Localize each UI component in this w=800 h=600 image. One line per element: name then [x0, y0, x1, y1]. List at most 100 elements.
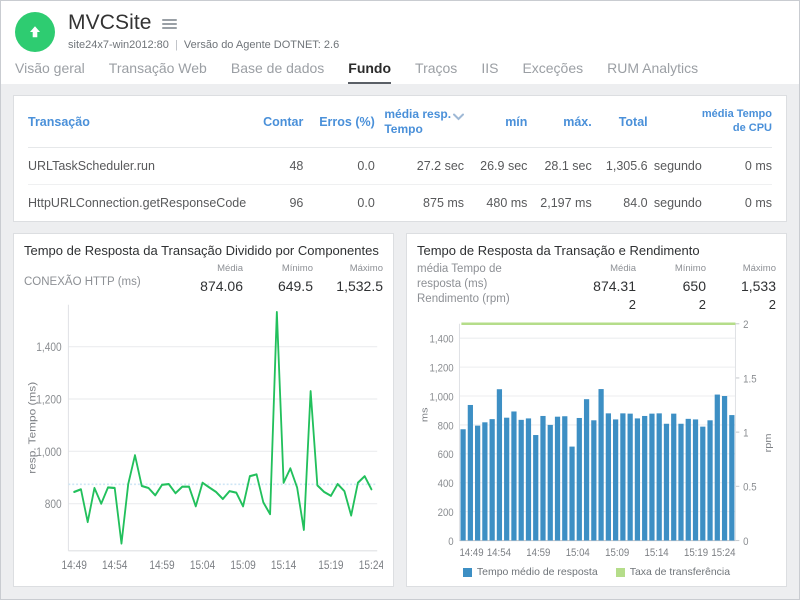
right-series-labels: média Tempo de resposta (ms) Rendimento …: [417, 262, 566, 313]
svg-text:800: 800: [438, 421, 454, 433]
title-row: MVCSite: [68, 11, 339, 35]
tab-visao-geral[interactable]: Visão geral: [15, 60, 85, 84]
right-stat-max-thr: 2: [768, 296, 776, 312]
left-stat-min: Mínimo 649.5: [243, 262, 313, 296]
cell-min: 26.9 sec: [464, 147, 528, 185]
svg-text:1,000: 1,000: [36, 446, 61, 459]
cell-avg-response: 875 ms: [423, 196, 465, 210]
right-series-label-1: média Tempo de: [417, 263, 502, 276]
tab-iis[interactable]: IIS: [481, 60, 498, 84]
svg-text:14:54: 14:54: [487, 548, 511, 560]
svg-text:14:54: 14:54: [102, 559, 127, 572]
svg-text:1,000: 1,000: [430, 392, 454, 404]
svg-text:1,400: 1,400: [36, 341, 61, 354]
left-chart-plot: 800 1,000 1,200 1,400 resp. Tempo (ms) 14:49 1…: [24, 298, 383, 580]
cell-cpu-time: 0 ms: [744, 196, 772, 210]
right-series-label-2: resposta (ms): [417, 278, 488, 291]
svg-text:15:24: 15:24: [359, 559, 383, 572]
tab-base-de-dados[interactable]: Base de dados: [231, 60, 324, 84]
right-stat-min-resp: 650: [682, 277, 706, 294]
column-header-cpu-time[interactable]: média Tempo de CPU: [701, 96, 772, 148]
host-label: site24x7-win2012:80: [68, 39, 169, 51]
svg-text:15:19: 15:19: [684, 548, 708, 560]
cell-cpu-time: 0 ms: [701, 147, 772, 185]
svg-text:14:59: 14:59: [149, 559, 174, 572]
upload-arrow-circle-icon: [15, 12, 55, 52]
charts-row: Tempo de Resposta da Transação Dividido …: [13, 233, 787, 587]
cpu-line1: média Tempo: [701, 108, 772, 121]
right-stat-max-resp: 1,533: [740, 277, 776, 294]
left-stat-max-value: 1,532.5: [336, 277, 383, 294]
right-stat-min: Mínimo 650 2: [636, 262, 706, 313]
cell-avg-response: 27.2 sec: [374, 147, 465, 185]
main-nav-tabs: Visão geral Transação Web Base de dados …: [1, 52, 799, 84]
cell-max: 28.1 sec: [527, 147, 592, 185]
tab-rum-analytics[interactable]: RUM Analytics: [607, 60, 698, 84]
left-stat-max-header: Máximo: [349, 263, 383, 275]
left-stat-max: Máximo 1,532.5: [313, 262, 383, 296]
svg-text:600: 600: [438, 450, 454, 462]
line-chart-svg: 800 1,000 1,200 1,400 resp. Tempo (ms) 14:49 1…: [27, 304, 383, 572]
svg-text:800: 800: [45, 498, 62, 511]
cell-transaction-name[interactable]: HttpURLConnection.getResponseCode: [28, 185, 246, 222]
right-stat-min-header: Mínimo: [674, 263, 706, 275]
column-header-transaction[interactable]: Transação: [28, 96, 247, 148]
legend-label-throughput: Taxa de transferência: [629, 566, 731, 578]
column-header-avg-response-time[interactable]: média resp. Tempo: [374, 96, 465, 148]
tab-excecoes[interactable]: Exceções: [522, 60, 583, 84]
svg-text:15:14: 15:14: [645, 548, 669, 560]
left-stat-avg-header: Média: [217, 263, 243, 275]
page-title: MVCSite: [68, 11, 152, 34]
svg-text:15:14: 15:14: [271, 559, 296, 572]
title-block: MVCSite site24x7-win2012:80 | Versão do …: [68, 10, 339, 51]
table-row[interactable]: HttpURLConnection.getResponseCode 96 0.0…: [28, 185, 772, 222]
column-header-count[interactable]: Contar: [246, 96, 304, 148]
svg-text:14:49: 14:49: [62, 559, 87, 572]
column-header-total[interactable]: Total: [591, 96, 648, 148]
tab-tracos[interactable]: Traços: [415, 60, 457, 84]
cell-errors: 0.0: [357, 196, 375, 210]
svg-text:15:04: 15:04: [566, 548, 590, 560]
column-header-total-unit: [647, 96, 702, 148]
header-top-row: MVCSite site24x7-win2012:80 | Versão do …: [1, 10, 799, 52]
cell-errors: 0.0: [303, 147, 375, 185]
left-chart-title: Tempo de Resposta da Transação Dividido …: [24, 243, 379, 258]
right-stat-min-thr: 2: [698, 296, 706, 312]
svg-text:0.5: 0.5: [743, 483, 757, 495]
table-row[interactable]: URLTaskScheduler.run 48 0.0 27.2 sec 26.…: [28, 147, 772, 185]
svg-text:200: 200: [438, 508, 454, 520]
avg-resp-line2: Tempo: [384, 122, 423, 136]
cell-total: 1,305.6: [591, 147, 648, 185]
tab-transacao-web[interactable]: Transação Web: [109, 60, 207, 84]
svg-text:1,200: 1,200: [430, 363, 454, 375]
right-stat-max-header: Máximo: [742, 263, 776, 275]
column-header-errors[interactable]: Erros (%): [303, 96, 375, 148]
legend-item-throughput[interactable]: Taxa de transferência: [615, 566, 731, 578]
column-header-max[interactable]: máx.: [527, 96, 592, 148]
legend-swatch-throughput: [615, 567, 625, 577]
svg-text:1,200: 1,200: [36, 394, 61, 407]
right-chart-legend: Tempo médio de resposta Taxa de transfer…: [417, 565, 776, 580]
cpu-line2: de CPU: [732, 122, 772, 134]
legend-item-response-time[interactable]: Tempo médio de resposta: [462, 566, 598, 578]
transactions-table-card: Transação Contar Erros (%) média resp. T…: [13, 95, 787, 222]
page-body: Transação Contar Erros (%) média resp. T…: [1, 84, 799, 599]
cell-max: 2,197 ms: [540, 196, 592, 210]
chevron-down-icon[interactable]: [453, 112, 465, 126]
tab-fundo[interactable]: Fundo: [348, 60, 392, 84]
svg-text:15:09: 15:09: [230, 559, 255, 572]
bar-chart-svg: 0 200 400 600 800 1,000 1,200 1,400 0 0.5 1 1.5 2 ms r…: [420, 320, 774, 560]
svg-text:rpm: rpm: [764, 434, 774, 453]
svg-text:15:24: 15:24: [711, 548, 735, 560]
svg-text:15:09: 15:09: [605, 548, 629, 560]
cell-count: 48: [246, 147, 304, 185]
header-subtitle: site24x7-win2012:80 | Versão do Agente D…: [68, 39, 339, 51]
svg-text:14:59: 14:59: [526, 548, 550, 560]
right-chart-plot: 0 200 400 600 800 1,000 1,200 1,400 0 0.5 1 1.5 2 ms r…: [417, 315, 776, 565]
column-header-min[interactable]: mín: [464, 96, 528, 148]
hamburger-menu-icon[interactable]: [161, 17, 177, 29]
svg-text:15:19: 15:19: [318, 559, 343, 572]
transactions-table: Transação Contar Erros (%) média resp. T…: [28, 96, 772, 221]
left-chart-stats: CONEXÃO HTTP (ms) Média 874.06 Mínimo 64…: [24, 262, 383, 296]
cell-transaction-name[interactable]: URLTaskScheduler.run: [28, 147, 247, 185]
